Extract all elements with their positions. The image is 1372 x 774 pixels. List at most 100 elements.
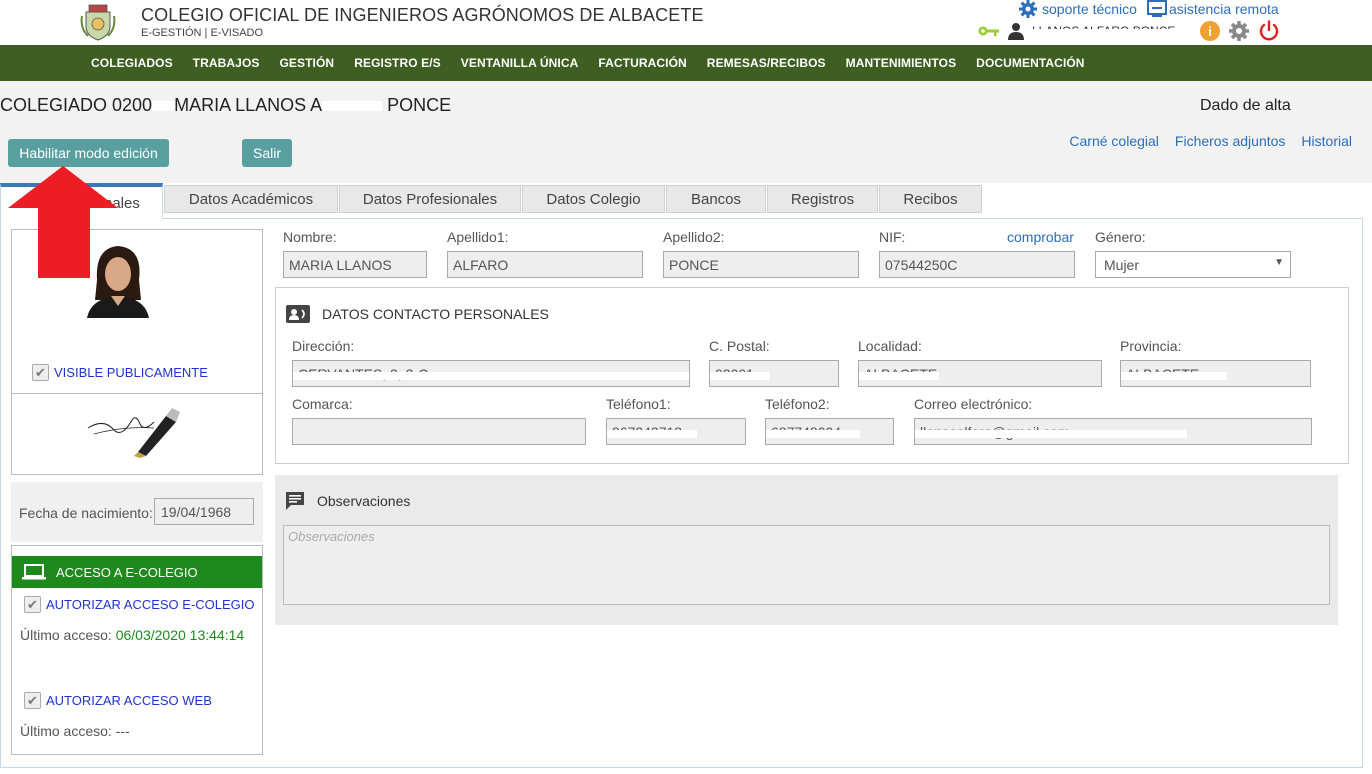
apellido2-label: Apellido2: [663, 229, 725, 245]
apellido1-label: Apellido1: [447, 229, 509, 245]
redaction [766, 430, 860, 438]
support-link[interactable]: soporte técnico [1042, 1, 1137, 17]
page-title: COLEGIADO 0200 MARIA LLANOS A PONCE [0, 95, 451, 116]
tab-datos-academicos[interactable]: Datos Académicos [164, 185, 338, 213]
ecolegio-access-title: ACCESO A E-COLEGIO [56, 564, 198, 580]
visible-publicly-label: VISIBLE PUBLICAMENTE [54, 365, 208, 380]
tab-datos-colegio[interactable]: Datos Colegio [522, 185, 665, 213]
app-header: COLEGIO OFICIAL DE INGENIEROS AGRÓNOMOS … [0, 0, 1372, 45]
contact-card-icon [286, 305, 310, 323]
localidad-label: Localidad: [858, 338, 922, 354]
ficheros-adjuntos-link[interactable]: Ficheros adjuntos [1175, 133, 1286, 149]
birth-date-label: Fecha de nacimiento: [19, 505, 153, 521]
correo-label: Correo electrónico: [914, 396, 1033, 412]
correo-field[interactable]: llanosalfaro@gmail.com [914, 418, 1312, 445]
tab-recibos[interactable]: Recibos [879, 185, 982, 213]
nav-registro[interactable]: REGISTRO E/S [344, 56, 451, 70]
observations-textarea[interactable]: Observaciones [283, 525, 1330, 605]
gear-icon [1019, 0, 1037, 18]
cpostal-label: C. Postal: [709, 338, 770, 354]
page-title-end: PONCE [387, 95, 452, 115]
comarca-field[interactable] [292, 418, 586, 445]
comprobar-link[interactable]: comprobar [1007, 229, 1074, 245]
provincia-field[interactable]: ALBACETE [1120, 360, 1311, 387]
main-nav: COLEGIADOS TRABAJOS GESTIÓN REGISTRO E/S… [0, 45, 1372, 81]
redaction [915, 430, 1187, 438]
nombre-label: Nombre: [283, 229, 337, 245]
tab-bar: Datos personales Datos Académicos Datos … [0, 183, 1372, 219]
user-icon [1008, 23, 1024, 40]
redaction [1121, 372, 1227, 380]
enable-edit-button[interactable]: Habilitar modo edición [8, 139, 169, 167]
nav-remesas[interactable]: REMESAS/RECIBOS [697, 56, 836, 70]
nombre-field[interactable]: MARIA LLANOS [283, 251, 427, 278]
redaction [607, 430, 697, 438]
support-links: soporte técnico asistencia remota [1018, 0, 1279, 19]
authorize-web-label: AUTORIZAR ACCESO WEB [46, 693, 212, 708]
remote-assist-link[interactable]: asistencia remota [1146, 0, 1279, 18]
user-name[interactable]: LLANOS ALFARO PONCE [1032, 24, 1192, 38]
laptop-icon [22, 564, 46, 580]
localidad-field[interactable]: ALBACETE [858, 360, 1102, 387]
action-bar: Habilitar modo edición Salir Carné coleg… [0, 125, 1372, 183]
remote-assist-label: asistencia remota [1168, 1, 1279, 17]
nav-colegiados[interactable]: COLEGIADOS [81, 56, 183, 70]
key-icon [978, 26, 999, 36]
nav-facturacion[interactable]: FACTURACIÓN [588, 56, 696, 70]
cpostal-field[interactable]: 02001 [709, 360, 839, 387]
genero-selected: Mujer [1104, 257, 1140, 273]
status-text-value: Dado de alta [1200, 97, 1291, 111]
nav-documentacion[interactable]: DOCUMENTACIÓN [966, 56, 1094, 70]
historial-link[interactable]: Historial [1301, 133, 1352, 149]
tab-bancos[interactable]: Bancos [666, 185, 766, 213]
settings-gear-icon[interactable] [1228, 20, 1250, 42]
redaction [859, 372, 939, 380]
tab-datos-profesionales[interactable]: Datos Profesionales [339, 185, 521, 213]
signature-box [11, 393, 263, 475]
birth-date-box: Fecha de nacimiento: 19/04/1968 [11, 482, 263, 542]
contact-title: DATOS CONTACTO PERSONALES [322, 306, 549, 322]
checkbox-checked-icon: ✔ [24, 692, 41, 709]
last-access-label: Último acceso: [20, 627, 112, 643]
authorize-ecolegio-label: AUTORIZAR ACCESO E-COLEGIO [46, 597, 255, 612]
apellido1-field[interactable]: ALFARO [447, 251, 643, 278]
direccion-field[interactable]: CERVANTES, 2, 2-C [292, 360, 690, 387]
nif-field[interactable]: 07544250C [879, 251, 1075, 278]
observations-title: Observaciones [317, 493, 411, 509]
nav-ventanilla[interactable]: VENTANILLA ÚNICA [451, 56, 589, 70]
direccion-label: Dirección: [292, 338, 355, 354]
nav-trabajos[interactable]: TRABAJOS [183, 56, 270, 70]
telefono2-field[interactable]: 687748004 [765, 418, 894, 445]
redaction [152, 101, 175, 112]
contact-header: DATOS CONTACTO PERSONALES [286, 305, 549, 323]
page-title-prefix: COLEGIADO 0200 [0, 95, 153, 115]
authorize-ecolegio-checkbox[interactable]: ✔ AUTORIZAR ACCESO E-COLEGIO [24, 596, 255, 613]
power-icon[interactable] [1258, 20, 1280, 42]
tab-registros[interactable]: Registros [767, 185, 878, 213]
info-icon[interactable]: i [1200, 21, 1220, 41]
apellido2-field[interactable]: PONCE [663, 251, 859, 278]
last-access-web: Último acceso: --- [20, 723, 130, 739]
exit-button[interactable]: Salir [242, 139, 292, 167]
carne-colegial-link[interactable]: Carné colegial [1069, 133, 1159, 149]
birth-date-field[interactable]: 19/04/1968 [154, 498, 254, 525]
observations-header: Observaciones [285, 491, 410, 511]
remote-monitor-icon [1146, 0, 1167, 17]
telefono2-label: Teléfono2: [765, 396, 830, 412]
last-access-ecolegio: Último acceso: 06/03/2020 13:44:14 [20, 627, 244, 643]
personal-data-panel: ✔ VISIBLE PUBLICAMENTE Fecha de nacimien… [0, 218, 1363, 768]
nav-mantenimientos[interactable]: MANTENIMIENTOS [836, 56, 967, 70]
college-crest-logo [80, 4, 116, 41]
genero-select[interactable]: Mujer ▼ [1095, 251, 1291, 278]
redaction [293, 372, 689, 380]
nav-gestion[interactable]: GESTIÓN [269, 56, 344, 70]
red-arrow-annotation [8, 166, 118, 278]
org-subtitle: E-GESTIÓN | E-VISADO [141, 27, 264, 39]
checkbox-checked-icon: ✔ [24, 596, 41, 613]
observations-box: Observaciones Observaciones [275, 475, 1338, 625]
last-access-web-value: --- [115, 723, 130, 739]
telefono1-field[interactable]: 967242718 [606, 418, 746, 445]
authorize-web-checkbox[interactable]: ✔ AUTORIZAR ACCESO WEB [24, 692, 212, 709]
ecolegio-access-box: ACCESO A E-COLEGIO ✔ AUTORIZAR ACCESO E-… [11, 545, 263, 755]
visible-publicly-checkbox[interactable]: ✔ VISIBLE PUBLICAMENTE [32, 364, 208, 381]
